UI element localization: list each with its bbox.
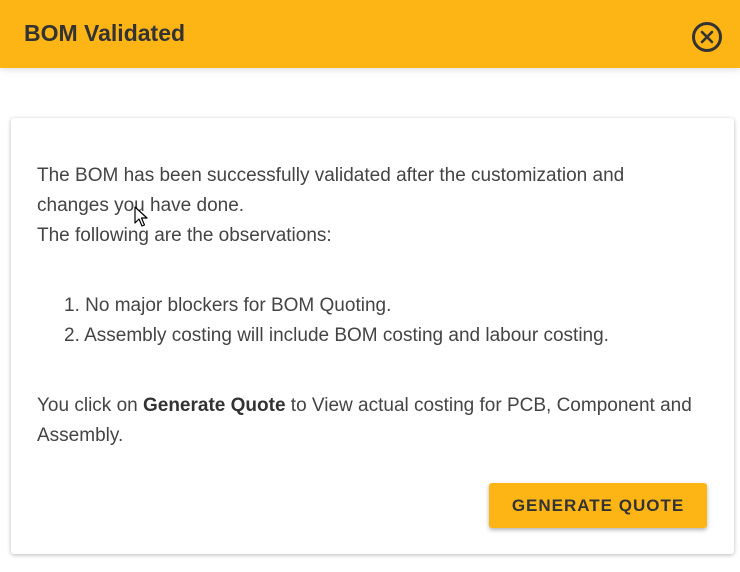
intro-line-2: The following are the observations: [37, 225, 332, 246]
dialog-header: BOM Validated [0, 0, 740, 68]
list-item: 2. Assembly costing will include BOM cos… [37, 321, 609, 351]
footer-prefix: You click on [37, 395, 143, 416]
generate-quote-button[interactable]: GENERATE QUOTE [489, 483, 707, 528]
generate-quote-emphasis: Generate Quote [142, 395, 286, 416]
dialog-title: BOM Validated [24, 20, 186, 46]
dialog-content-card: The BOM has been successfully validated … [11, 118, 734, 554]
list-item-number: 1. [64, 295, 80, 316]
list-item: 1. No major blockers for BOM Quoting. [37, 291, 609, 321]
observations-list: 1. No major blockers for BOM Quoting. 2.… [37, 291, 609, 351]
intro-line-1: The BOM has been successfully validated … [37, 165, 625, 216]
list-item-number: 2. [64, 325, 80, 346]
intro-text: The BOM has been successfully validated … [37, 161, 697, 251]
close-button[interactable] [692, 22, 722, 52]
list-item-text: No major blockers for BOM Quoting. [85, 295, 392, 316]
bom-validated-dialog: BOM Validated The BOM has been successfu… [0, 0, 740, 572]
list-item-text: Assembly costing will include BOM costin… [84, 325, 609, 346]
close-icon [700, 30, 714, 44]
footer-text: You click on Generate Quote to View actu… [37, 391, 697, 451]
